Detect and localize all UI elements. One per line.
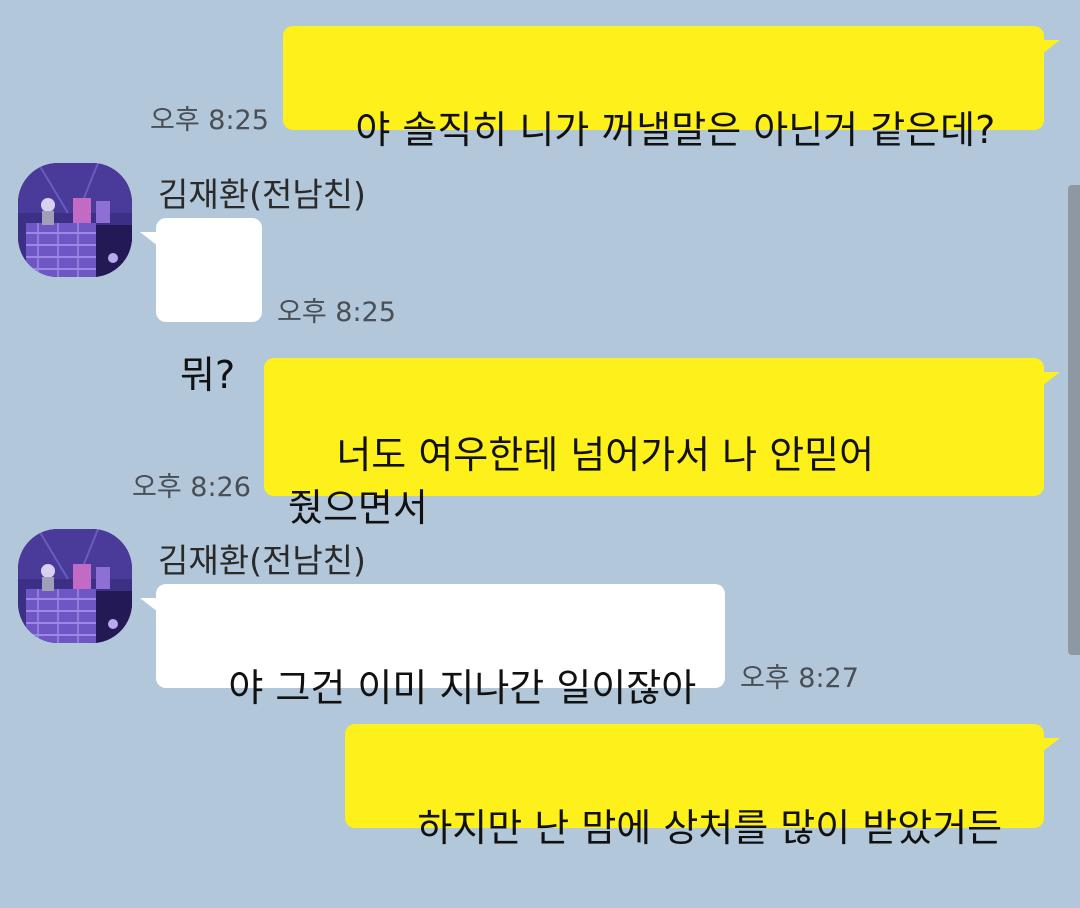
profile-illustration-icon [18,529,132,643]
message-text: 야 솔직히 니가 꺼낼말은 아닌거 같은데? [355,108,996,152]
scrollbar[interactable] [1068,185,1080,655]
message-time: 오후 8:25 [150,105,269,136]
avatar[interactable] [18,529,132,643]
my-message-bubble[interactable]: 하지만 난 맘에 상처를 많이 받았거든 [345,724,1060,850]
message-text: 뭐? [180,353,236,397]
message-text: 야 그건 이미 지나간 일이잖아 [228,666,697,710]
chat-area[interactable]: 야 솔직히 니가 꺼낼말은 아닌거 같은데? 오후 8:25 김재환(전남친) … [0,0,1080,850]
my-message-bubble[interactable]: 너도 여우한테 넘어가서 나 안믿어 줬으면서 [264,358,1060,530]
message-text: 하지만 난 맘에 상처를 많이 받았거든 [417,806,1003,850]
sender-name: 김재환(전남친) [158,175,366,214]
my-message-bubble[interactable]: 야 솔직히 니가 꺼낼말은 아닌거 같은데? [283,26,1060,152]
sender-name: 김재환(전남친) [158,541,366,580]
message-time: 오후 8:27 [740,663,859,694]
other-message-bubble[interactable]: 야 그건 이미 지나간 일이잖아 [140,584,725,710]
message-time: 오후 8:25 [277,297,396,328]
message-time: 오후 8:26 [132,472,251,503]
message-text: 너도 여우한테 넘어가서 나 안믿어 줬으면서 [288,433,875,530]
avatar[interactable] [18,163,132,277]
profile-illustration-icon [18,163,132,277]
other-message-bubble[interactable]: 뭐? [140,218,262,397]
